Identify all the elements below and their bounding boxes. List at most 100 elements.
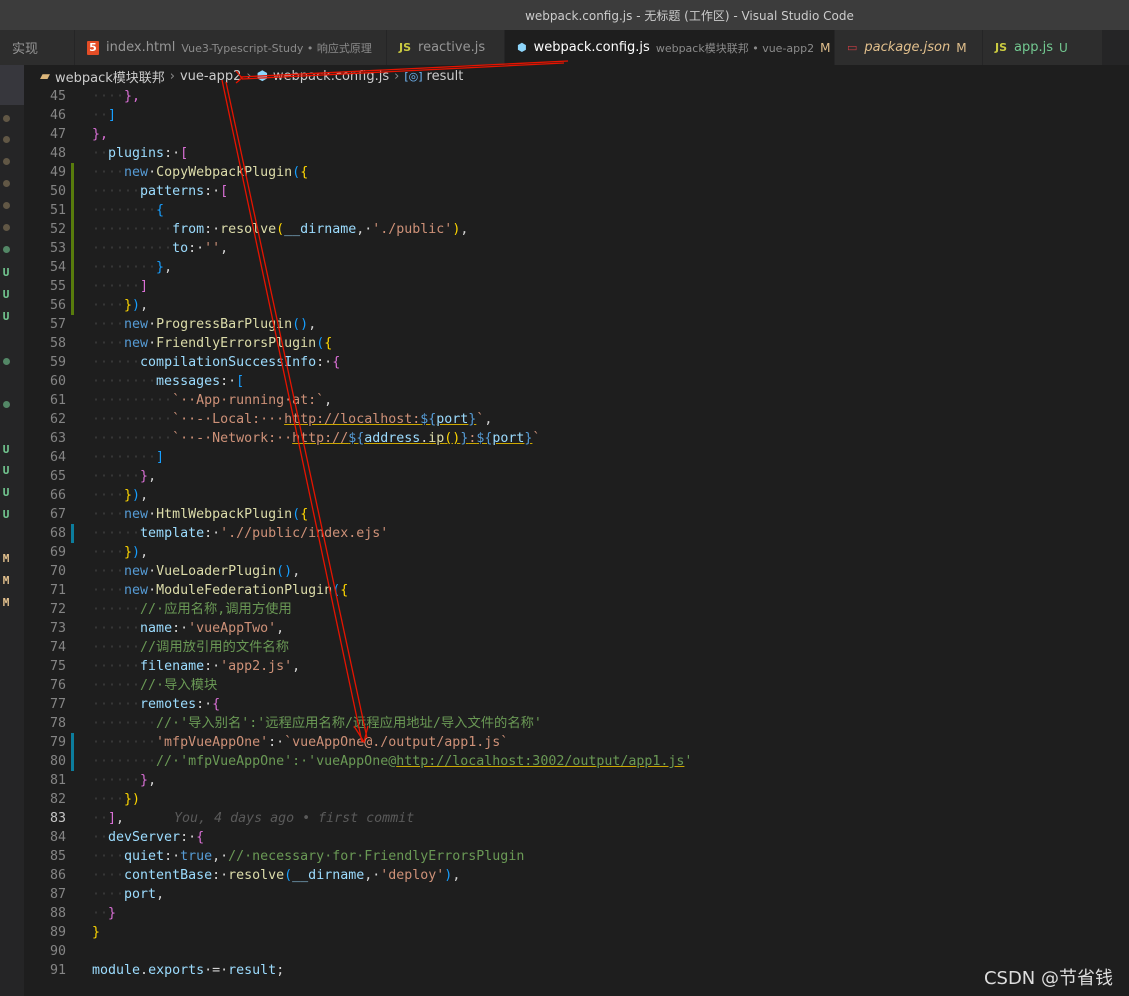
code-line[interactable]: 71 ····new·ModuleFederationPlugin({ — [24, 581, 1129, 600]
code-token: patterns — [140, 184, 205, 199]
code-text: ········'mfpVueAppOne':·`vueAppOne@./out… — [92, 733, 508, 752]
line-number: 91 — [49, 963, 66, 978]
code-line[interactable]: 85 ····quiet:·true,·//·necessary·for·Frie… — [24, 847, 1129, 866]
code-line[interactable]: 62 ··········`··-·Local:···http://localho… — [24, 410, 1129, 429]
code-token: ···· — [92, 298, 125, 313]
git-added-marker[interactable] — [71, 201, 74, 220]
git-added-marker[interactable] — [71, 277, 74, 296]
tab-app-js[interactable]: JS app.js U — [983, 30, 1103, 65]
tab-reactive-js[interactable]: JS reactive.js — [387, 30, 505, 65]
code-line[interactable]: 64 ········] — [24, 448, 1129, 467]
tab-label: index.html — [106, 40, 176, 55]
code-line[interactable]: 72 ······//·应用名称,调用方使用 — [24, 600, 1129, 619]
code-line[interactable]: 54 ········}, — [24, 258, 1129, 277]
git-added-marker[interactable] — [71, 258, 74, 277]
code-line[interactable]: 74 ······//调用放引用的文件名称 — [24, 638, 1129, 657]
code-line[interactable]: 80 ········//·'mfpVueAppOne':·'vueAppOne@… — [24, 752, 1129, 771]
git-modified-marker[interactable] — [71, 752, 74, 771]
code-line[interactable]: 91 module.exports·=·result; — [24, 961, 1129, 980]
code-token: ······ — [92, 697, 141, 712]
code-line[interactable]: 58 ····new·FriendlyErrorsPlugin({ — [24, 334, 1129, 353]
code-line[interactable]: 89} — [24, 923, 1129, 942]
code-text: ······name:·'vueAppTwo', — [92, 619, 284, 638]
breadcrumb-symbol[interactable]: result — [427, 69, 464, 84]
line-number: 75 — [49, 659, 66, 674]
git-modified-marker[interactable] — [71, 524, 74, 543]
code-line[interactable]: 56 ····}), — [24, 296, 1129, 315]
selected-explorer-row[interactable] — [0, 65, 24, 105]
git-added-marker[interactable] — [71, 163, 74, 182]
code-line[interactable]: 53 ··········to:·'', — [24, 239, 1129, 258]
code-token: result — [228, 963, 277, 978]
code-line[interactable]: 60 ········messages:·[ — [24, 372, 1129, 391]
code-token: ·········· — [92, 241, 173, 256]
code-token: ···· — [92, 165, 125, 180]
tab--[interactable]: 实现 — [0, 30, 75, 65]
code-text: } — [92, 923, 100, 942]
code-line[interactable]: 90 — [24, 942, 1129, 961]
tab-webpack-config-js[interactable]: ⬢ webpack.config.js webpack模块联邦 • vue-app2… — [505, 30, 850, 65]
code-line[interactable]: 57 ····new·ProgressBarPlugin(), — [24, 315, 1129, 334]
git-added-marker[interactable] — [71, 296, 74, 315]
code-line[interactable]: 88 ··} — [24, 904, 1129, 923]
code-token: ···· — [92, 849, 125, 864]
code-text: ······filename:·'app2.js', — [92, 657, 300, 676]
breadcrumb-file[interactable]: webpack.config.js — [273, 69, 389, 84]
code-line[interactable]: 75 ······filename:·'app2.js', — [24, 657, 1129, 676]
code-line[interactable]: 83 ··], You, 4 days ago • first commit — [24, 809, 1129, 828]
git-added-marker[interactable] — [71, 220, 74, 239]
git-blame-annotation: You, 4 days ago • first commit — [174, 811, 415, 826]
code-token: ·· — [92, 108, 109, 123]
code-token: } — [156, 260, 165, 275]
code-line[interactable]: 78 ········//·'导入别名':'远程应用名称/远程应用地址/导入文件的… — [24, 714, 1129, 733]
git-added-marker[interactable] — [71, 239, 74, 258]
explorer-sidebar-fragment[interactable]: UUUUUUUMMM — [0, 65, 24, 996]
code-line[interactable]: 49 ····new·CopyWebpackPlugin({ — [24, 163, 1129, 182]
code-line[interactable]: 67 ····new·HtmlWebpackPlugin({ — [24, 505, 1129, 524]
git-modified-marker[interactable] — [71, 733, 74, 752]
code-token: ,· — [356, 222, 373, 237]
code-line[interactable]: 87 ····port, — [24, 885, 1129, 904]
code-line[interactable]: 76 ······//·导入模块 — [24, 676, 1129, 695]
code-line[interactable]: 79 ········'mfpVueAppOne':·`vueAppOne@./o… — [24, 733, 1129, 752]
code-line[interactable]: 50 ······patterns:·[ — [24, 182, 1129, 201]
code-token: ·········· — [92, 431, 173, 446]
git-added-marker[interactable] — [71, 182, 74, 201]
code-token: , — [140, 298, 149, 313]
scm-dot-icon — [0, 133, 12, 146]
code-token: address — [364, 431, 421, 446]
code-text: ····contentBase:·resolve(__dirname,·'dep… — [92, 866, 460, 885]
code-line[interactable]: 70 ····new·VueLoaderPlugin(), — [24, 562, 1129, 581]
code-editor[interactable]: 45 ····}, 46 ··] 47}, 48 ··plugins:·[49 ····new… — [24, 87, 1129, 996]
scm-status-badge: M — [2, 596, 10, 609]
code-line[interactable]: 48 ··plugins:·[ — [24, 144, 1129, 163]
code-line[interactable]: 61 ··········`··App·running·at:`, — [24, 391, 1129, 410]
code-line[interactable]: 77 ······remotes:·{ — [24, 695, 1129, 714]
breadcrumb-folder[interactable]: webpack模块联邦 — [55, 67, 165, 86]
code-line[interactable]: 68 ······template:·'.//public/index.ejs' — [24, 524, 1129, 543]
code-line[interactable]: 45 ····}, — [24, 87, 1129, 106]
code-line[interactable]: 51 ········{ — [24, 201, 1129, 220]
scm-dot-icon — [0, 221, 12, 234]
breadcrumb-subfolder[interactable]: vue-app2 — [180, 69, 241, 84]
code-line[interactable]: 55 ······] — [24, 277, 1129, 296]
code-line[interactable]: 66 ····}), — [24, 486, 1129, 505]
code-token: }, — [92, 127, 109, 142]
code-line[interactable]: 52 ··········from:·resolve(__dirname,·'./… — [24, 220, 1129, 239]
code-line[interactable]: 73 ······name:·'vueAppTwo', — [24, 619, 1129, 638]
tab-index-html[interactable]: 5 index.html Vue3-Typescript-Study • 响应式原理 — [75, 30, 387, 65]
code-line[interactable]: 82 ····}) — [24, 790, 1129, 809]
code-line[interactable]: 69 ····}), — [24, 543, 1129, 562]
code-line[interactable]: 81 ······}, — [24, 771, 1129, 790]
line-number: 80 — [49, 754, 66, 769]
code-line[interactable]: 47}, — [24, 125, 1129, 144]
code-line[interactable]: 86 ····contentBase:·resolve(__dirname,·'d… — [24, 866, 1129, 885]
code-line[interactable]: 63 ··········`··-·Network:··http://${addr… — [24, 429, 1129, 448]
code-token: :· — [204, 184, 221, 199]
code-line[interactable]: 65 ······}, — [24, 467, 1129, 486]
code-line[interactable]: 84 ··devServer:·{ — [24, 828, 1129, 847]
code-line[interactable]: 59 ······compilationSuccessInfo:·{ — [24, 353, 1129, 372]
code-line[interactable]: 46 ··] — [24, 106, 1129, 125]
code-token: ········ — [92, 450, 157, 465]
tab-package-json[interactable]: ▭ package.json M — [835, 30, 983, 65]
